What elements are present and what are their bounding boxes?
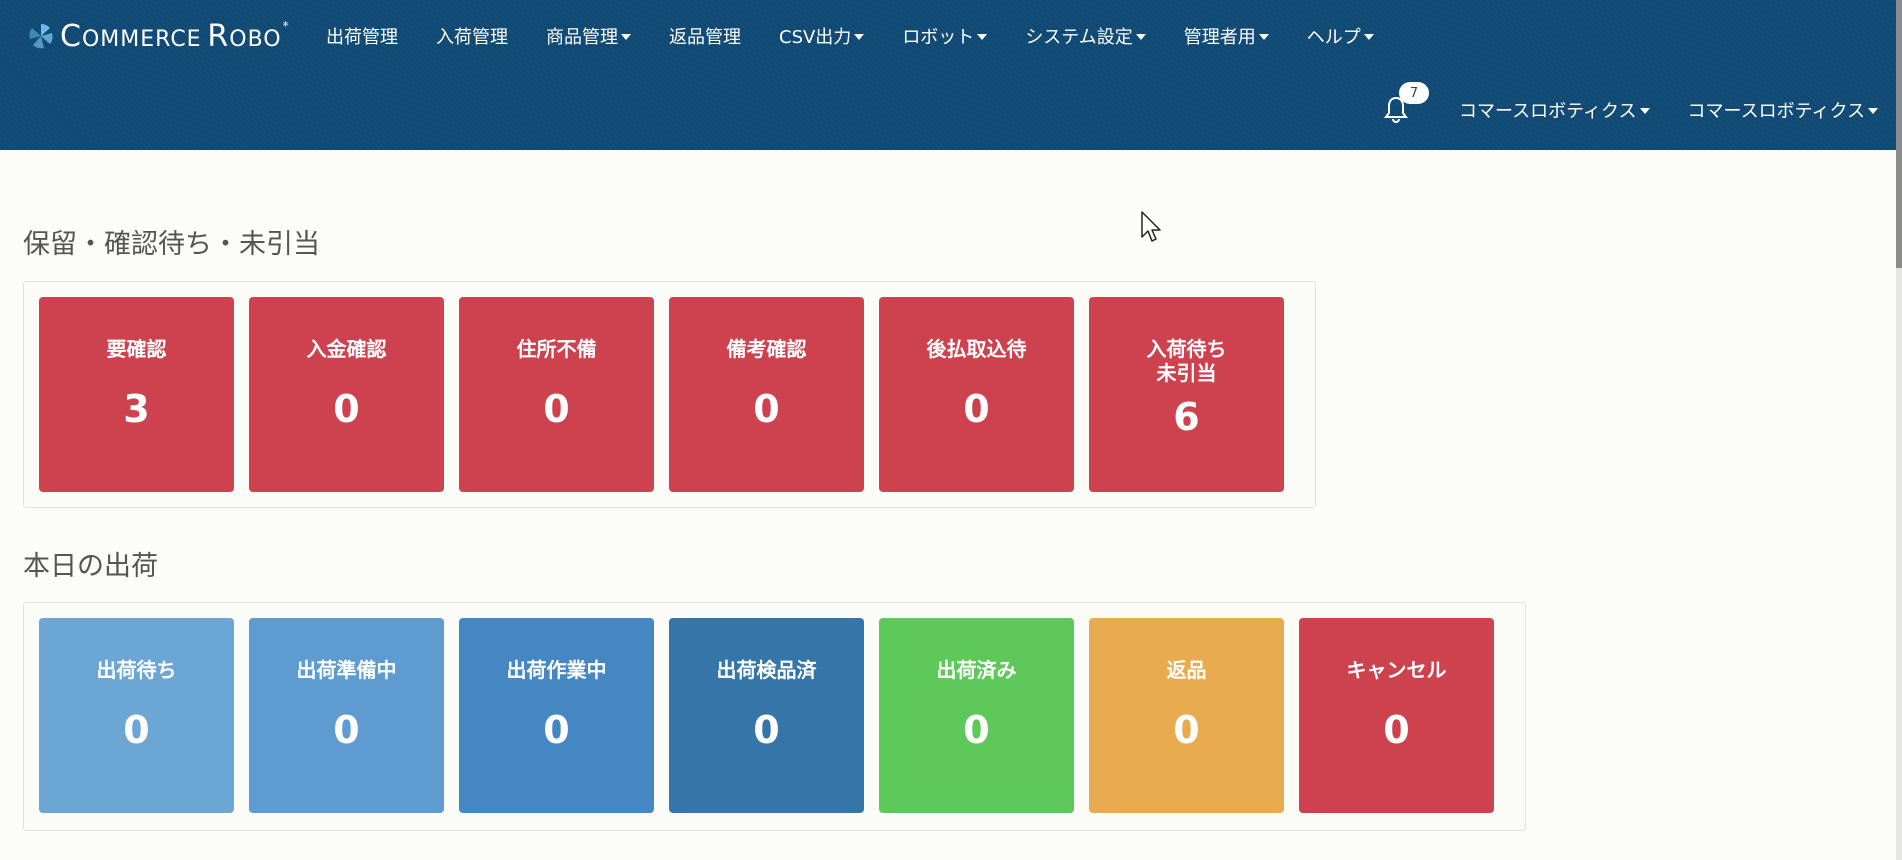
tile-label: 入荷待ち 未引当 [1146, 337, 1227, 385]
nav-item-help[interactable]: ヘルプ [1307, 23, 1374, 49]
tile-shipping-in-progress[interactable]: 出荷作業中 0 [459, 618, 654, 813]
tile-label: 出荷作業中 [506, 658, 607, 682]
tile-awaiting-shipment[interactable]: 出荷待ち 0 [39, 618, 234, 813]
section-title-today: 本日の出荷 [23, 551, 158, 582]
tile-label: 入金確認 [306, 337, 387, 361]
tile-label: 出荷検品済 [716, 658, 817, 682]
caret-down-icon [977, 34, 988, 40]
tile-returned[interactable]: 返品 0 [1089, 618, 1284, 813]
scrollbar-thumb[interactable] [1896, 0, 1902, 268]
tile-count: 0 [1173, 708, 1200, 752]
tile-label: キャンセル [1346, 658, 1447, 682]
tile-label: 返品 [1166, 658, 1207, 682]
company-menu[interactable]: コマースロボティクス [1459, 97, 1650, 123]
caret-down-icon [1639, 108, 1650, 114]
caret-down-icon [621, 34, 631, 40]
mouse-pointer-icon [1141, 211, 1161, 242]
tile-label: 要確認 [106, 337, 167, 361]
nav-item-robot[interactable]: ロボット [902, 23, 988, 49]
nav-item-returns[interactable]: 返品管理 [669, 23, 741, 49]
tile-shipped[interactable]: 出荷済み 0 [879, 618, 1074, 813]
tile-label: 出荷済み [936, 658, 1017, 682]
tile-label: 備考確認 [726, 337, 807, 361]
caret-down-icon [1363, 34, 1374, 40]
tile-count: 3 [123, 387, 150, 431]
caret-down-icon [1258, 34, 1269, 40]
tile-preparing-shipment[interactable]: 出荷準備中 0 [249, 618, 444, 813]
caret-down-icon [1868, 108, 1878, 114]
tile-count: 0 [333, 387, 360, 431]
nav-item-admin[interactable]: 管理者用 [1184, 23, 1269, 49]
caret-down-icon [1135, 34, 1146, 40]
caret-down-icon [854, 34, 865, 40]
notifications-button[interactable]: 7 [1383, 82, 1430, 125]
tile-payment-check[interactable]: 入金確認 0 [249, 297, 444, 492]
tile-awaiting-arrival-unallocated[interactable]: 入荷待ち 未引当 6 [1089, 297, 1284, 492]
tile-label: 後払取込待 [926, 337, 1027, 361]
tile-count: 0 [543, 708, 570, 752]
tile-label: 住所不備 [516, 337, 597, 361]
tile-deferred-payment-import[interactable]: 後払取込待 0 [879, 297, 1074, 492]
tile-count: 6 [1173, 395, 1200, 439]
nav-item-system-settings[interactable]: システム設定 [1025, 23, 1146, 49]
tile-count: 0 [1383, 708, 1410, 752]
hold-panel: 要確認 3 入金確認 0 住所不備 0 備考確認 0 後払取込待 0 入荷待ち … [23, 281, 1316, 508]
brand-name: COMMERCE ROBO* [60, 18, 290, 54]
main-menu: 出荷管理 入荷管理 商品管理 返品管理 CSV出力 ロボット システム設定 管理… [326, 20, 1412, 52]
tile-count: 0 [123, 708, 150, 752]
tile-label: 出荷待ち [96, 658, 177, 682]
tile-count: 0 [963, 387, 990, 431]
page-scrollbar[interactable] [1896, 0, 1902, 860]
tile-needs-check[interactable]: 要確認 3 [39, 297, 234, 492]
tile-cancelled[interactable]: キャンセル 0 [1299, 618, 1494, 813]
tile-count: 0 [753, 387, 780, 431]
tile-label: 出荷準備中 [296, 658, 397, 682]
tile-count: 0 [753, 708, 780, 752]
tile-count: 0 [963, 708, 990, 752]
nav-item-shipping[interactable]: 出荷管理 [326, 23, 398, 49]
tile-address-incomplete[interactable]: 住所不備 0 [459, 297, 654, 492]
logo-mark-icon [29, 23, 53, 49]
section-title-hold: 保留・確認待ち・未引当 [23, 229, 320, 260]
nav-item-receiving[interactable]: 入荷管理 [436, 23, 508, 49]
nav-item-products[interactable]: 商品管理 [546, 23, 631, 49]
tile-count: 0 [543, 387, 570, 431]
navbar-right: 7 コマースロボティクス コマースロボティクス [1383, 82, 1878, 130]
today-panel: 出荷待ち 0 出荷準備中 0 出荷作業中 0 出荷検品済 0 出荷済み 0 返品… [23, 602, 1526, 831]
tile-count: 0 [333, 708, 360, 752]
user-menu[interactable]: コマースロボティクス [1688, 97, 1878, 123]
nav-item-csv-export[interactable]: CSV出力 [779, 23, 865, 49]
tile-inspection-done[interactable]: 出荷検品済 0 [669, 618, 864, 813]
brand-logo[interactable]: COMMERCE ROBO* [28, 18, 290, 54]
top-navbar: COMMERCE ROBO* 出荷管理 入荷管理 商品管理 返品管理 CSV出力… [0, 0, 1896, 150]
tile-remarks-check[interactable]: 備考確認 0 [669, 297, 864, 492]
notification-count-badge: 7 [1399, 82, 1430, 104]
